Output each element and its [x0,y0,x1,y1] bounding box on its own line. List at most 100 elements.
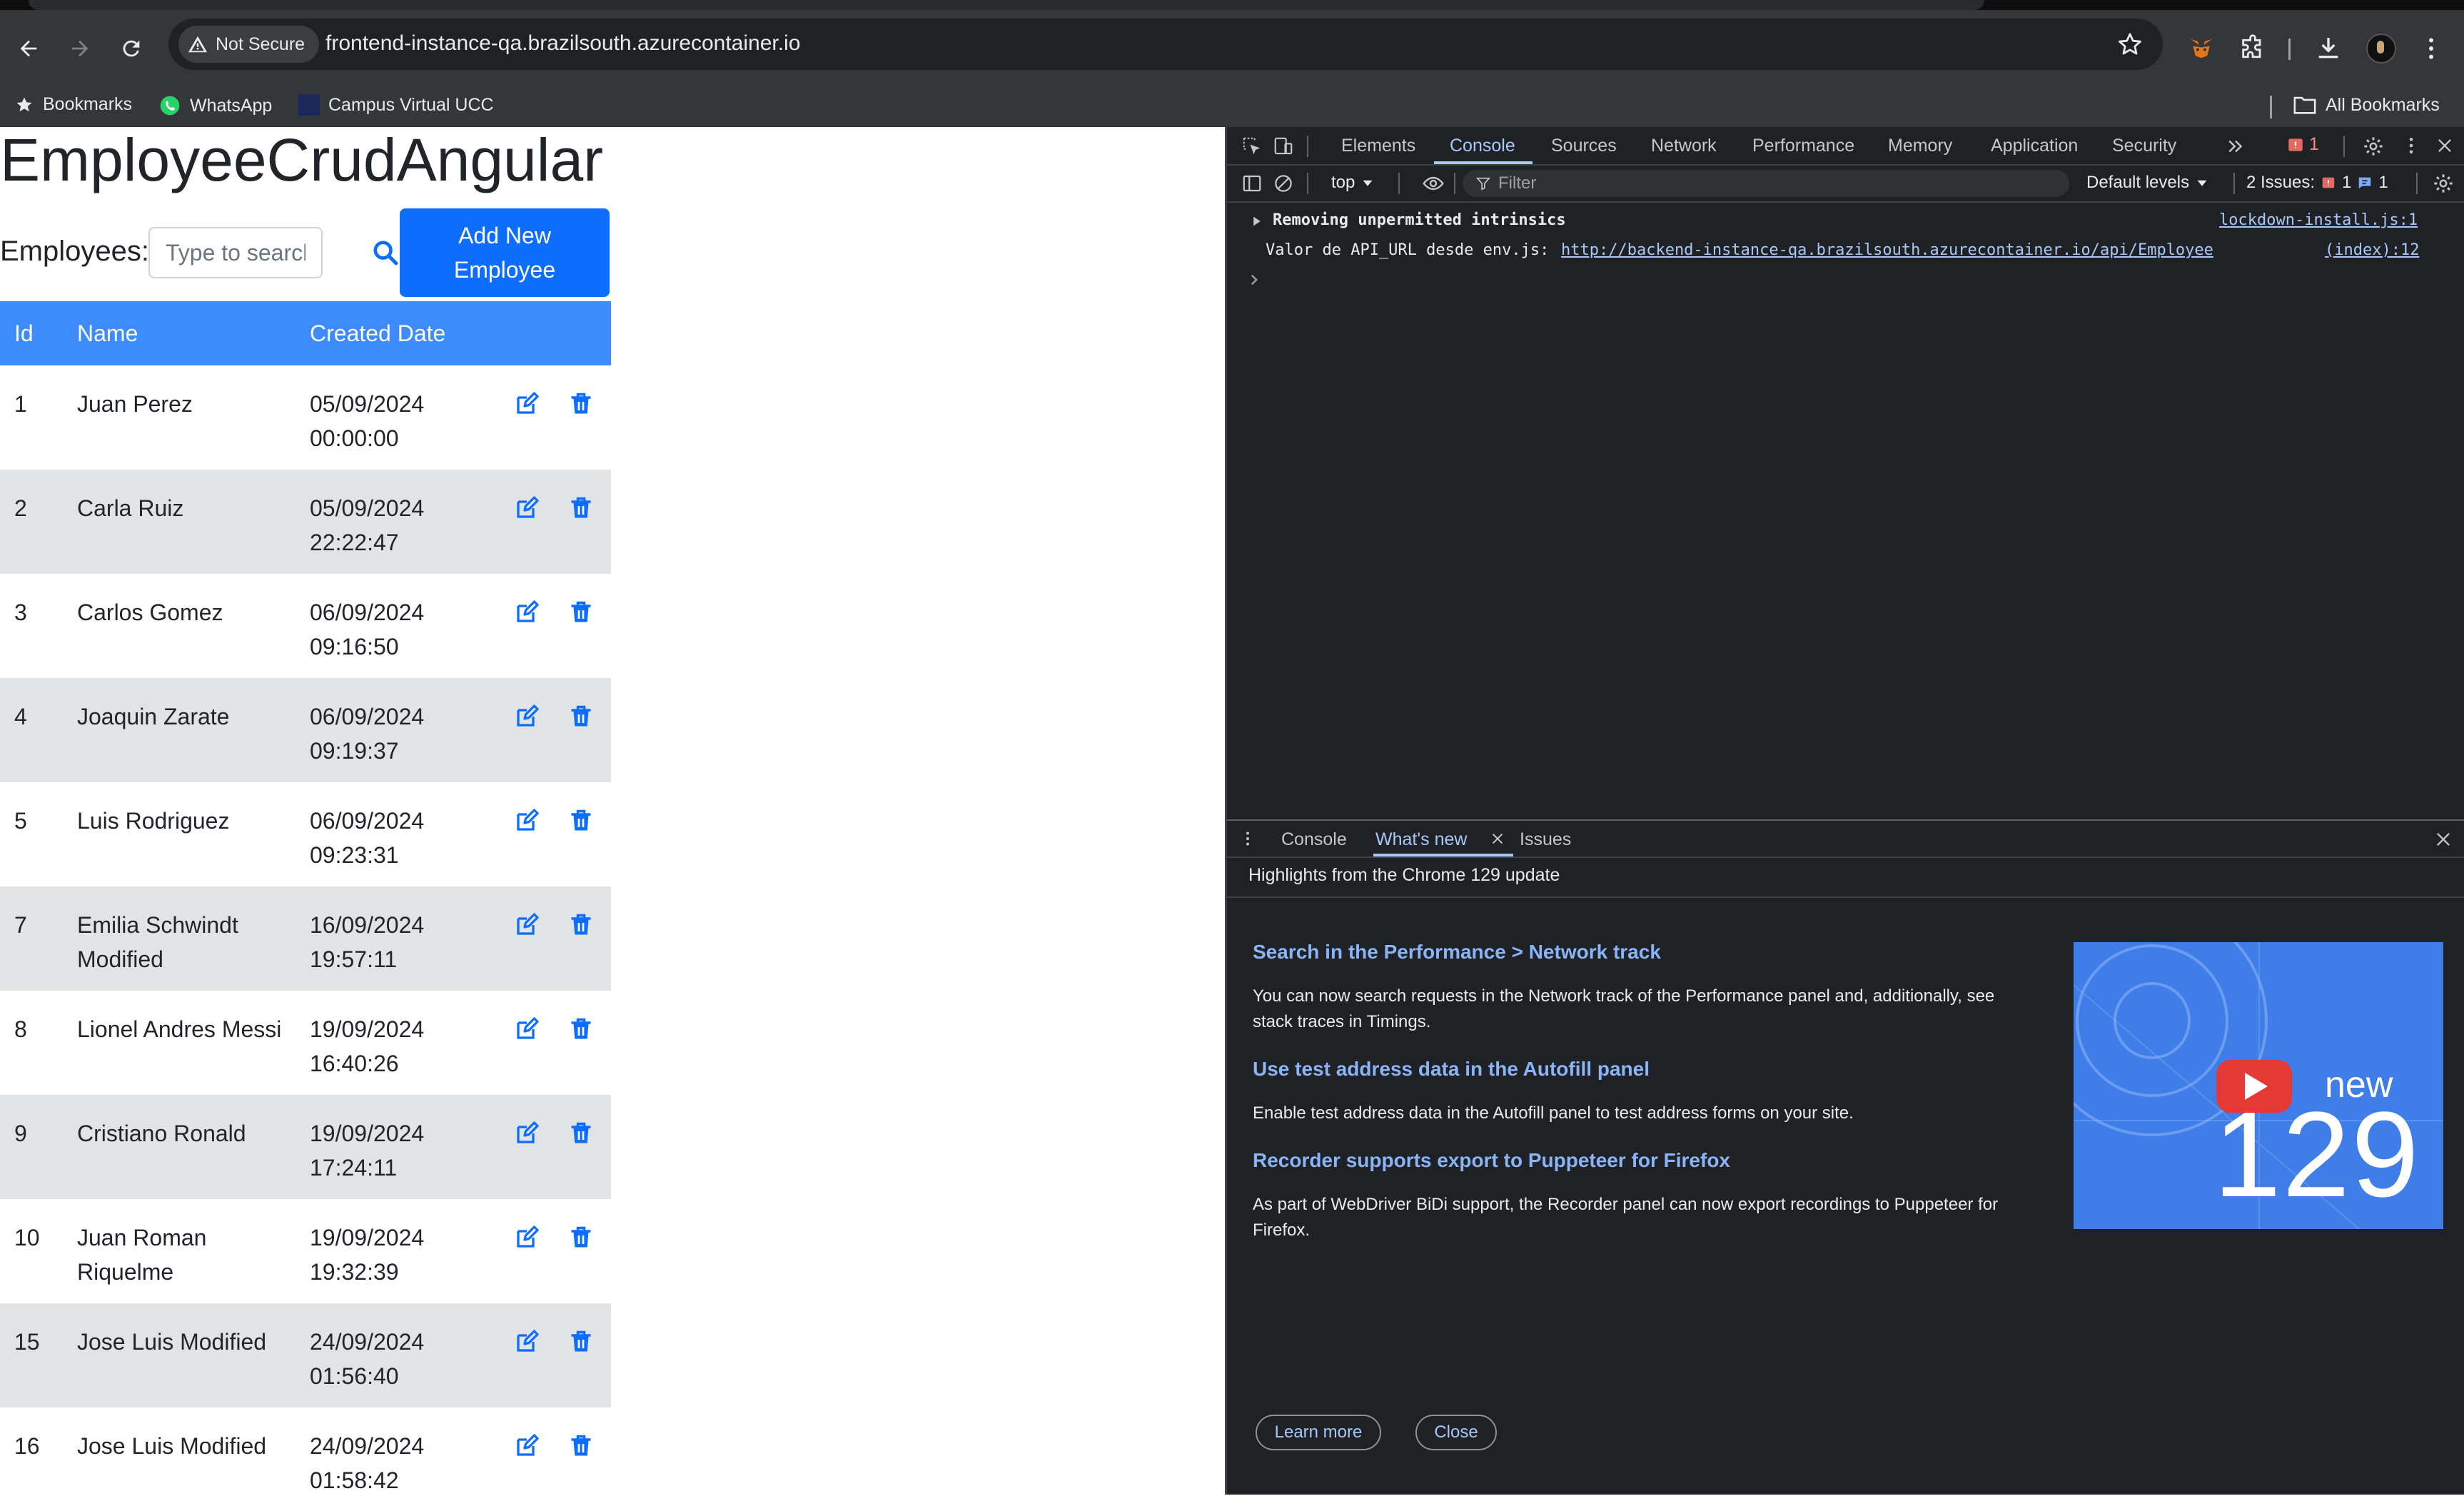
drawer-tab-console[interactable]: Console [1281,829,1347,850]
edit-cell[interactable] [500,991,554,1095]
back-button[interactable] [10,30,47,67]
edit-icon[interactable] [514,808,540,834]
clear-console-icon[interactable] [1273,173,1294,194]
live-expression-eye-icon[interactable] [1421,172,1445,195]
tab-sources[interactable]: Sources [1551,136,1617,156]
edit-icon[interactable] [514,1225,540,1250]
edit-cell[interactable] [500,470,554,574]
learn-more-button[interactable]: Learn more [1256,1415,1381,1450]
issues-counter[interactable]: 2 Issues: 1 1 [2246,173,2388,193]
trash-icon[interactable] [568,704,594,729]
forward-button[interactable] [61,30,99,67]
delete-cell[interactable] [554,886,611,991]
delete-cell[interactable] [554,678,611,782]
downloads-button[interactable] [2311,31,2346,66]
tab-network[interactable]: Network [1651,136,1717,156]
search-input[interactable] [148,227,323,278]
edit-icon[interactable] [514,495,540,521]
trash-icon[interactable] [568,808,594,834]
tab-memory[interactable]: Memory [1888,136,1952,156]
tab-application[interactable]: Application [1991,136,2078,156]
tab-console[interactable]: Console [1450,136,1515,156]
edit-icon[interactable] [514,1121,540,1146]
edit-cell[interactable] [500,365,554,470]
delete-cell[interactable] [554,1095,611,1199]
tab-elements[interactable]: Elements [1341,136,1415,156]
trash-icon[interactable] [568,391,594,417]
trash-icon[interactable] [568,1016,594,1042]
all-bookmarks-button[interactable]: All Bookmarks [2293,94,2440,116]
console-url-link[interactable]: http://backend-instance-qa.brazilsouth.a… [1561,241,2213,259]
console-settings-gear-icon[interactable] [2432,172,2455,195]
delete-cell[interactable] [554,1199,611,1303]
trash-icon[interactable] [568,1433,594,1459]
drawer-tab-whats-new[interactable]: What's new [1375,829,1467,850]
more-tabs-icon[interactable] [2225,136,2246,157]
edit-icon[interactable] [514,1329,540,1355]
settings-gear-icon[interactable] [2362,135,2385,158]
add-employee-button[interactable]: Add New Employee [400,208,610,297]
url-text[interactable]: frontend-instance-qa.brazilsouth.azureco… [325,31,800,56]
trash-icon[interactable] [568,912,594,938]
header-id[interactable]: Id [0,301,63,365]
delete-cell[interactable] [554,365,611,470]
delete-cell[interactable] [554,574,611,678]
trash-icon[interactable] [568,1121,594,1146]
whats-new-item-title[interactable]: Search in the Performance > Network trac… [1253,941,1661,964]
error-counter[interactable]: 1 [2286,134,2319,155]
search-icon[interactable] [371,238,400,267]
delete-cell[interactable] [554,991,611,1095]
log-levels-selector[interactable]: Default levels [2086,173,2208,193]
edit-icon[interactable] [514,1016,540,1042]
trash-icon[interactable] [568,600,594,625]
bookmark-whatsapp[interactable]: WhatsApp [158,94,272,117]
edit-cell[interactable] [500,1303,554,1407]
delete-cell[interactable] [554,1303,611,1407]
close-tab-icon[interactable] [1490,831,1505,846]
console-source-link[interactable]: lockdown-install.js:1 [2219,211,2418,229]
reload-button[interactable] [113,30,150,67]
drawer-menu-icon[interactable] [1238,829,1257,848]
console-filter-input[interactable]: Filter [1463,170,2069,197]
trash-icon[interactable] [568,1329,594,1355]
bookmark-star-icon[interactable] [2116,30,2144,59]
trash-icon[interactable] [568,1225,594,1250]
extensions-button[interactable] [2236,31,2270,66]
tab-security[interactable]: Security [2112,136,2176,156]
delete-cell[interactable] [554,1407,611,1495]
bookmark-campus-virtual[interactable]: Campus Virtual UCC [298,94,494,116]
edit-cell[interactable] [500,1407,554,1495]
whats-new-item-title[interactable]: Use test address data in the Autofill pa… [1253,1058,1650,1081]
edit-cell[interactable] [500,782,554,886]
edit-cell[interactable] [500,678,554,782]
device-toolbar-icon[interactable] [1273,136,1294,157]
inspect-element-icon[interactable] [1241,136,1263,157]
edit-icon[interactable] [514,600,540,625]
edit-cell[interactable] [500,1095,554,1199]
trash-icon[interactable] [568,495,594,521]
devtools-menu-icon[interactable] [2400,135,2422,156]
context-selector[interactable]: top [1331,173,1373,193]
close-whats-new-button[interactable]: Close [1415,1415,1497,1450]
delete-cell[interactable] [554,782,611,886]
expand-triangle-icon[interactable] [1251,216,1263,227]
header-created-date[interactable]: Created Date [296,301,500,365]
console-prompt-icon[interactable] [1248,274,1260,285]
browser-menu-button[interactable] [2414,31,2448,66]
whats-new-item-title[interactable]: Recorder supports export to Puppeteer fo… [1253,1149,1730,1172]
close-devtools-icon[interactable] [2435,136,2455,156]
tab-performance[interactable]: Performance [1752,136,1854,156]
edit-cell[interactable] [500,1199,554,1303]
metamask-extension[interactable] [2184,31,2218,66]
drawer-tab-issues[interactable]: Issues [1520,829,1571,850]
edit-icon[interactable] [514,391,540,417]
edit-cell[interactable] [500,886,554,991]
security-chip[interactable]: Not Secure [178,26,320,63]
edit-icon[interactable] [514,1433,540,1459]
console-source-link[interactable]: (index):12 [2325,241,2419,259]
delete-cell[interactable] [554,470,611,574]
edit-icon[interactable] [514,912,540,938]
sidebar-toggle-icon[interactable] [1241,173,1263,194]
edit-cell[interactable] [500,574,554,678]
address-bar[interactable]: Not Secure frontend-instance-qa.brazilso… [168,19,2163,70]
